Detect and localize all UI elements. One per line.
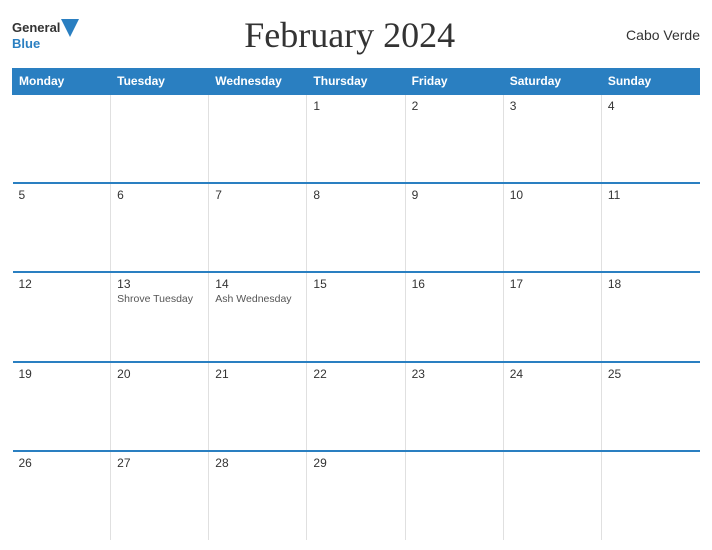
day-number: 1 (313, 99, 398, 113)
day-cell: 25 (601, 362, 699, 451)
day-number: 5 (19, 188, 105, 202)
week-row-2: 12 13 Shrove Tuesday 14 Ash Wednesday 15 16 17 1… (13, 272, 700, 361)
day-cell: 3 (503, 94, 601, 183)
header-saturday: Saturday (503, 69, 601, 95)
calendar-table: Monday Tuesday Wednesday Thursday Friday… (12, 68, 700, 540)
weekday-header-row: Monday Tuesday Wednesday Thursday Friday… (13, 69, 700, 95)
day-event: Shrove Tuesday (117, 293, 202, 307)
day-cell: 26 (13, 451, 111, 540)
day-cell (601, 451, 699, 540)
calendar-wrapper: General Blue February 2024 Cabo Verde Mo… (0, 0, 712, 550)
day-number: 16 (412, 277, 497, 291)
day-cell: 16 (405, 272, 503, 361)
week-row-1: 56789 10 11 (13, 183, 700, 272)
header-thursday: Thursday (307, 69, 405, 95)
day-cell (209, 94, 307, 183)
day-cell: 8 (307, 183, 405, 272)
week-row-4: 26 27 28 29 (13, 451, 700, 540)
day-cell: 9 (405, 183, 503, 272)
logo-text-general: General (12, 21, 60, 35)
day-number: 20 (117, 367, 202, 381)
day-number: 4 (608, 99, 694, 113)
day-number: 2 (412, 99, 497, 113)
header-wednesday: Wednesday (209, 69, 307, 95)
logo-text-blue: Blue (12, 37, 40, 51)
day-number: 23 (412, 367, 497, 381)
day-number: 25 (608, 367, 694, 381)
day-cell (111, 94, 209, 183)
day-cell: 20 (111, 362, 209, 451)
calendar-header: General Blue February 2024 Cabo Verde (12, 10, 700, 60)
day-number: 28 (215, 456, 300, 470)
day-event: Ash Wednesday (215, 293, 300, 307)
day-cell (13, 94, 111, 183)
day-cell (503, 451, 601, 540)
week-row-0: 1234 (13, 94, 700, 183)
day-cell: 22 (307, 362, 405, 451)
day-number: 18 (608, 277, 694, 291)
day-cell: 18 (601, 272, 699, 361)
day-cell: 5 (13, 183, 111, 272)
day-number: 3 (510, 99, 595, 113)
day-cell: 15 (307, 272, 405, 361)
day-number: 19 (19, 367, 105, 381)
day-cell: 24 (503, 362, 601, 451)
day-cell: 1 (307, 94, 405, 183)
day-number: 15 (313, 277, 398, 291)
day-cell: 12 (13, 272, 111, 361)
day-cell: 13 Shrove Tuesday (111, 272, 209, 361)
day-cell: 6 (111, 183, 209, 272)
day-cell: 7 (209, 183, 307, 272)
day-cell: 21 (209, 362, 307, 451)
day-cell: 28 (209, 451, 307, 540)
day-cell: 11 (601, 183, 699, 272)
day-number: 27 (117, 456, 202, 470)
day-number: 7 (215, 188, 300, 202)
header-monday: Monday (13, 69, 111, 95)
day-number: 14 (215, 277, 300, 291)
day-cell (405, 451, 503, 540)
day-cell: 10 (503, 183, 601, 272)
day-cell: 19 (13, 362, 111, 451)
day-number: 26 (19, 456, 105, 470)
day-number: 11 (608, 188, 694, 202)
day-cell: 23 (405, 362, 503, 451)
day-number: 13 (117, 277, 202, 291)
day-number: 6 (117, 188, 202, 202)
day-cell: 2 (405, 94, 503, 183)
header-friday: Friday (405, 69, 503, 95)
day-cell: 29 (307, 451, 405, 540)
day-cell: 14 Ash Wednesday (209, 272, 307, 361)
day-number: 22 (313, 367, 398, 381)
logo: General Blue (12, 19, 79, 51)
day-cell: 4 (601, 94, 699, 183)
month-title: February 2024 (79, 14, 620, 56)
day-number: 10 (510, 188, 595, 202)
day-number: 21 (215, 367, 300, 381)
day-number: 24 (510, 367, 595, 381)
day-number: 29 (313, 456, 398, 470)
day-cell: 27 (111, 451, 209, 540)
day-number: 12 (19, 277, 105, 291)
day-number: 17 (510, 277, 595, 291)
day-number: 9 (412, 188, 497, 202)
day-cell: 17 (503, 272, 601, 361)
header-tuesday: Tuesday (111, 69, 209, 95)
country-label: Cabo Verde (620, 27, 700, 43)
logo-triangle-icon (61, 19, 79, 37)
week-row-3: 19 20 21 22 23 24 25 (13, 362, 700, 451)
header-sunday: Sunday (601, 69, 699, 95)
day-number: 8 (313, 188, 398, 202)
